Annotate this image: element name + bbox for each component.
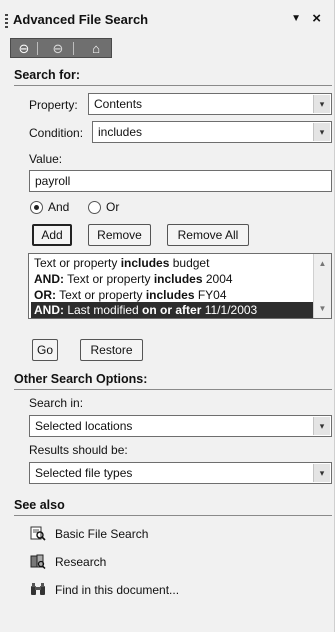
criteria-row[interactable]: Text or property includes budget	[31, 255, 313, 271]
remove-button[interactable]: Remove	[88, 224, 151, 246]
search-in-select[interactable]: Selected locations ▾	[29, 415, 332, 437]
nav-separator	[73, 42, 74, 55]
results-select[interactable]: Selected file types ▾	[29, 462, 332, 484]
or-label: Or	[106, 200, 120, 214]
basic-file-search-icon	[30, 526, 46, 541]
condition-value: includes	[98, 125, 143, 139]
condition-select[interactable]: includes ▾	[92, 121, 332, 143]
results-value: Selected file types	[35, 466, 133, 480]
task-pane-title-bar: Advanced File Search ▼ ×	[0, 8, 335, 34]
criteria-scrollbar[interactable]: ▲ ▼	[313, 254, 331, 318]
remove-all-button[interactable]: Remove All	[167, 224, 249, 246]
binoculars-icon	[31, 583, 45, 595]
chevron-down-icon[interactable]: ▾	[313, 95, 330, 113]
scroll-down-icon[interactable]: ▼	[316, 302, 329, 315]
research-link[interactable]: Research	[55, 555, 106, 569]
home-icon[interactable]: ⌂	[87, 41, 105, 56]
restore-button[interactable]: Restore	[80, 339, 143, 361]
value-text: payroll	[35, 174, 71, 188]
section-divider	[14, 85, 332, 86]
section-divider	[14, 389, 332, 390]
criteria-row-selected[interactable]: AND: Last modified on or after 11/1/2003	[31, 302, 313, 318]
research-icon	[30, 554, 46, 569]
search-criteria-list[interactable]: Text or property includes budget AND: Te…	[28, 253, 332, 319]
radio-selected-dot	[34, 205, 39, 210]
scroll-up-icon[interactable]: ▲	[316, 257, 329, 270]
search-in-value: Selected locations	[35, 419, 133, 433]
condition-label: Condition:	[29, 126, 84, 140]
navigation-toolbar: ⊖ ⊖ ⌂	[10, 38, 112, 58]
value-label: Value:	[29, 152, 63, 166]
section-divider	[14, 515, 332, 516]
chevron-down-icon[interactable]: ▾	[313, 417, 330, 435]
advanced-file-search-pane: Advanced File Search ▼ × ⊖ ⊖ ⌂ Search fo…	[0, 0, 335, 632]
property-value: Contents	[94, 97, 143, 111]
or-radio[interactable]	[88, 201, 101, 214]
pane-title: Advanced File Search	[13, 12, 149, 27]
and-radio[interactable]	[30, 201, 43, 214]
search-for-header: Search for:	[14, 68, 80, 82]
pane-menu-dropdown-icon[interactable]: ▼	[291, 13, 301, 24]
other-search-options-header: Other Search Options:	[14, 372, 148, 386]
results-label: Results should be:	[29, 443, 128, 457]
property-select[interactable]: Contents ▾	[88, 93, 332, 115]
chevron-down-icon[interactable]: ▾	[313, 464, 330, 482]
basic-file-search-link[interactable]: Basic File Search	[55, 527, 148, 541]
find-in-document-link[interactable]: Find in this document...	[55, 583, 179, 597]
back-icon[interactable]: ⊖	[15, 41, 33, 56]
value-input[interactable]: payroll	[29, 170, 332, 192]
add-button[interactable]: Add	[32, 224, 72, 246]
drag-grip-icon[interactable]	[5, 14, 8, 28]
forward-icon[interactable]: ⊖	[49, 41, 67, 56]
criteria-row[interactable]: AND: Text or property includes 2004	[31, 271, 313, 287]
property-label: Property:	[29, 98, 78, 112]
see-also-header: See also	[14, 498, 65, 512]
and-label: And	[48, 200, 70, 214]
search-in-label: Search in:	[29, 396, 84, 410]
chevron-down-icon[interactable]: ▾	[313, 123, 330, 141]
close-icon[interactable]: ×	[312, 10, 321, 27]
nav-separator	[37, 42, 38, 55]
go-button[interactable]: Go	[32, 339, 58, 361]
criteria-row[interactable]: OR: Text or property includes FY04	[31, 287, 313, 303]
